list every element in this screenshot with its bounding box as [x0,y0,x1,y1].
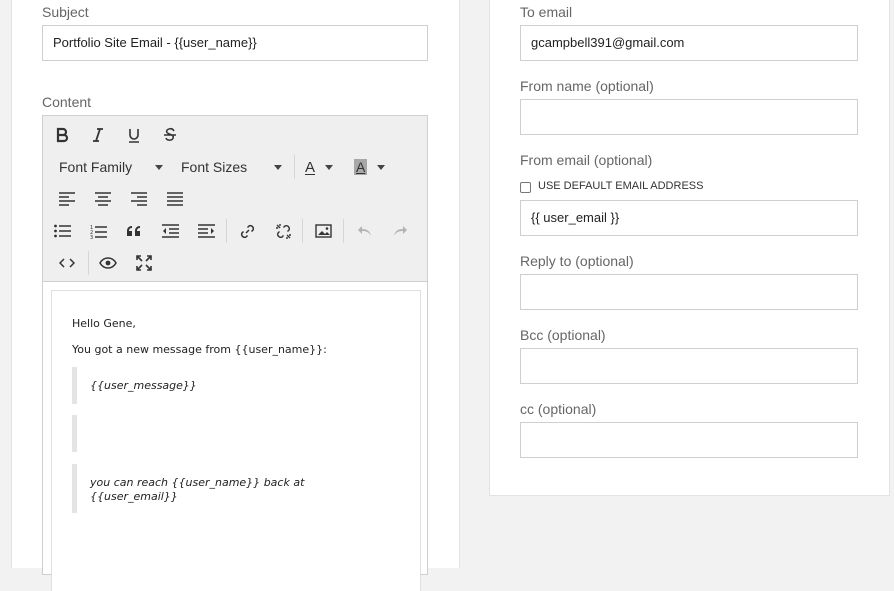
chevron-down-icon [377,164,386,170]
from-email-label: From email (optional) [520,152,653,168]
subject-label: Subject [42,4,89,20]
toolbar-divider [294,155,295,179]
svg-text:3: 3 [90,235,93,239]
font-sizes-dropdown[interactable]: Font Sizes [181,155,283,179]
blockquote-icon[interactable] [122,219,146,243]
reply-to-label: Reply to (optional) [520,253,634,269]
reply-to-input[interactable] [520,274,858,310]
cc-label: cc (optional) [520,401,597,417]
bcc-input[interactable] [520,348,858,384]
editor-toolbar: Font Family Font Sizes A A 1 2 3 [43,116,427,282]
intro-text: You got a new message from {{user_name}}… [72,343,327,356]
to-email-label: To email [520,4,573,20]
toolbar-divider [302,219,303,243]
chevron-down-icon [274,164,283,170]
chevron-down-icon [155,164,164,170]
unlink-icon[interactable] [271,219,295,243]
redo-icon[interactable] [388,219,412,243]
strikethrough-icon[interactable] [158,123,182,147]
indent-icon[interactable] [194,219,218,243]
italic-icon[interactable] [86,123,110,147]
bold-icon[interactable] [50,123,74,147]
code-icon[interactable] [55,251,79,275]
font-family-dropdown[interactable]: Font Family [59,155,164,179]
background-color-icon: A [354,159,368,175]
align-right-icon[interactable] [127,187,151,211]
outdent-icon[interactable] [158,219,182,243]
toolbar-divider [343,219,344,243]
blockquote-message: {{user_message}} [72,367,372,404]
default-email-checkbox[interactable] [520,182,531,193]
undo-icon[interactable] [352,219,376,243]
chevron-down-icon [325,164,334,170]
align-left-icon[interactable] [55,187,79,211]
align-justify-icon[interactable] [163,187,187,211]
background-color-button[interactable]: A [354,155,386,179]
font-color-icon: A [305,158,316,176]
from-name-input[interactable] [520,99,858,135]
message-placeholder: {{user_message}} [90,379,197,392]
from-email-input[interactable]: {{ user_email }} [520,200,858,236]
cc-input[interactable] [520,422,858,458]
link-icon[interactable] [235,219,259,243]
editor-content-area[interactable]: Hello Gene, You got a new message from {… [51,290,421,591]
font-family-label: Font Family [59,159,133,175]
toolbar-divider [226,219,227,243]
default-email-checkbox-label[interactable]: USE DEFAULT EMAIL ADDRESS [538,180,703,192]
bcc-label: Bcc (optional) [520,327,606,343]
rich-text-editor: Font Family Font Sizes A A 1 2 3 Hello G… [42,115,428,591]
bullet-list-icon[interactable] [50,219,74,243]
subject-input[interactable]: Portfolio Site Email - {{user_name}} [42,25,428,61]
reach-line-1: you can reach {{user_name}} back at [90,476,305,489]
preview-icon[interactable] [96,251,120,275]
greeting-text: Hello Gene, [72,317,136,330]
align-center-icon[interactable] [91,187,115,211]
from-name-label: From name (optional) [520,78,654,94]
font-sizes-label: Font Sizes [181,159,248,175]
font-color-button[interactable]: A [305,155,334,179]
toolbar-divider [88,251,89,275]
image-icon[interactable] [311,219,335,243]
fullscreen-icon[interactable] [132,251,156,275]
numbered-list-icon[interactable]: 123 [86,219,110,243]
to-email-input[interactable]: gcampbell391@gmail.com [520,25,858,61]
underline-icon[interactable] [122,123,146,147]
blockquote-reach: you can reach {{user_name}} back at {{us… [72,464,372,513]
reach-line-2: {{user_email}} [90,490,178,503]
content-label: Content [42,94,92,110]
blockquote-empty [72,415,372,452]
